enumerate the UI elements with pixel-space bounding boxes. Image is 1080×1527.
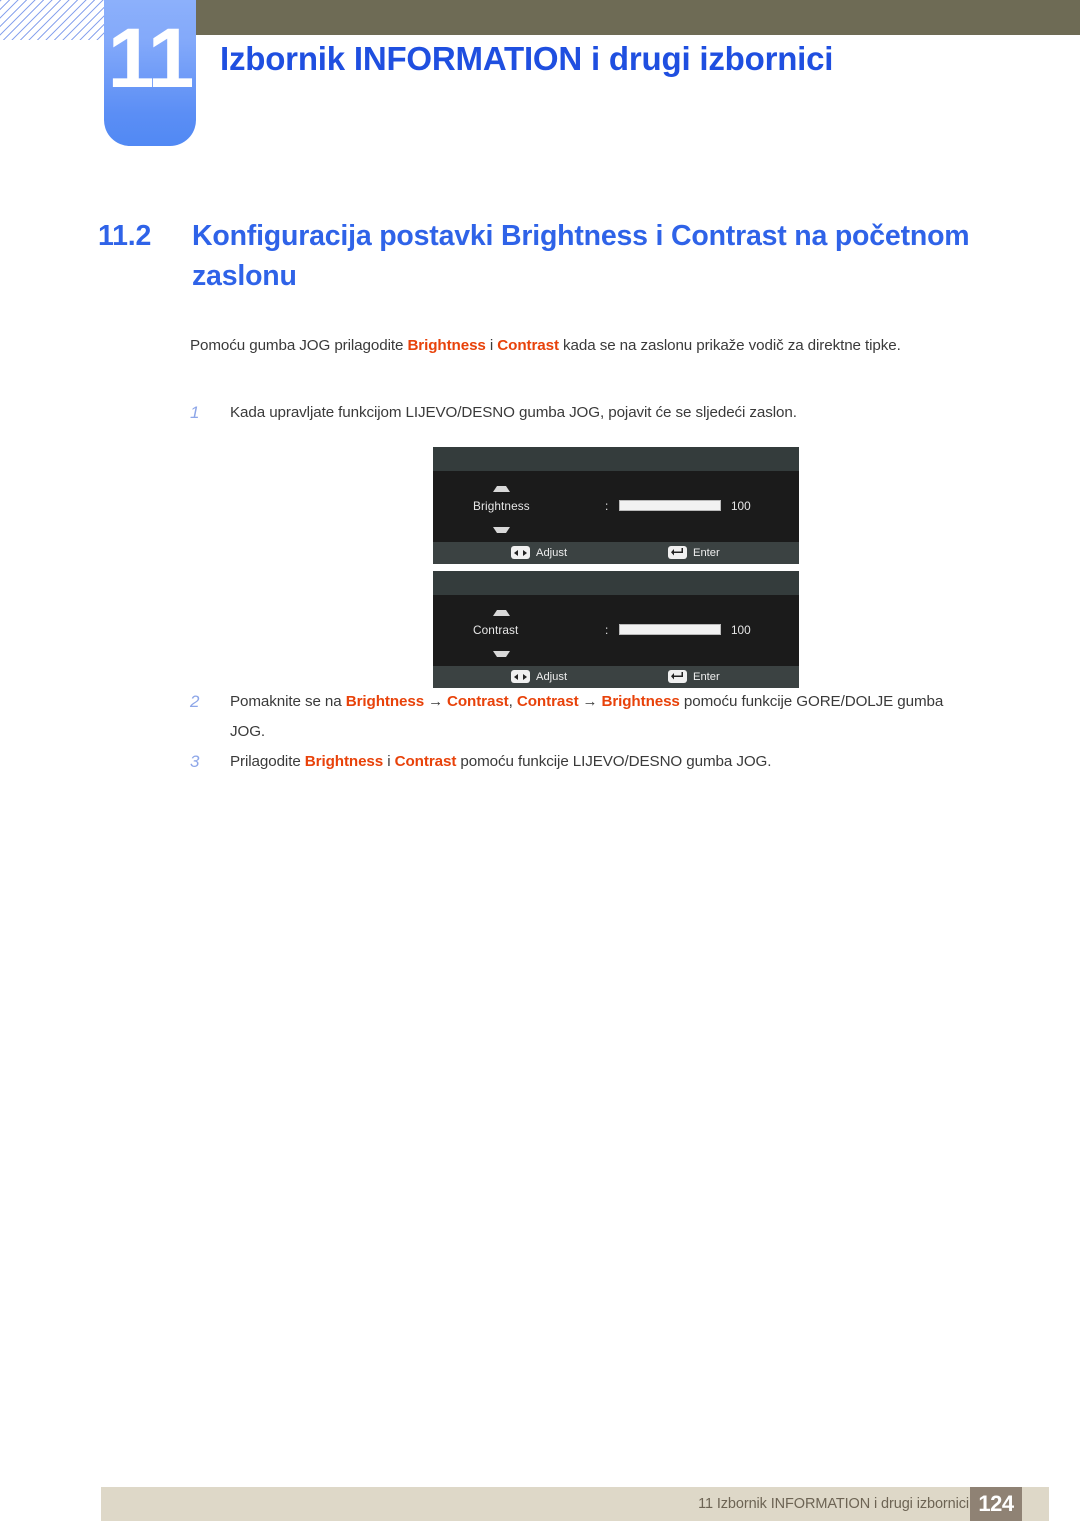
step-2-number: 2 <box>190 692 200 711</box>
step-3-mid: i <box>383 753 395 770</box>
osd-hint-enter-label: Enter <box>693 546 720 559</box>
arrow-right-icon: → <box>428 693 443 710</box>
osd-top-band <box>433 571 799 595</box>
intro-keyword-contrast: Contrast <box>497 337 559 354</box>
step-1-text: Kada upravljate funkcijom LIJEVO/DESNO g… <box>230 404 797 421</box>
left-right-key-icon <box>511 670 530 683</box>
intro-paragraph: Pomoću gumba JOG prilagodite Brightness … <box>190 331 980 361</box>
arrow-right-icon: → <box>582 693 598 710</box>
step-2-keyword-3: Contrast <box>516 693 579 710</box>
header-olive-bar <box>196 0 1080 35</box>
step-3-lead: Prilagodite <box>230 753 305 770</box>
intro-part1: Pomoću gumba JOG prilagodite <box>190 337 408 354</box>
page-header: 11 Izbornik INFORMATION i drugi izbornic… <box>0 0 1080 160</box>
step-2-lead: Pomaknite se na <box>230 693 346 710</box>
osd-label-contrast: Contrast <box>473 623 519 637</box>
step-1-number: 1 <box>190 403 200 422</box>
osd-label-brightness: Brightness <box>473 499 530 513</box>
step-3-keyword-1: Brightness <box>304 753 384 770</box>
osd-hint-adjust: Adjust <box>511 546 567 559</box>
osd-colon: : <box>605 499 609 513</box>
triangle-up-icon[interactable] <box>493 480 510 492</box>
section-title: Konfiguracija postavki Brightness i Cont… <box>192 220 970 292</box>
osd-hint-bar: Adjust Enter <box>433 666 799 688</box>
page-number: 124 <box>978 1491 1014 1516</box>
left-right-key-icon <box>511 546 530 559</box>
step-2-keyword-2: Contrast <box>446 693 509 710</box>
step-2: 2 Pomaknite se na Brightness → Contrast, C… <box>190 687 980 747</box>
page-title: Izbornik INFORMATION i drugi izbornici <box>220 40 834 77</box>
osd-hint-adjust-label: Adjust <box>536 546 568 559</box>
intro-part3: kada se na zaslonu prikaže vodič za dire… <box>558 337 901 354</box>
triangle-up-icon[interactable] <box>493 604 510 616</box>
osd-hint-adjust-label: Adjust <box>536 670 568 683</box>
osd-hint-enter-label: Enter <box>693 670 720 683</box>
chapter-number: 11 <box>107 11 195 105</box>
step-3-text: Prilagodite Brightness i Contrast pomoću… <box>230 747 980 777</box>
osd-top-band <box>433 447 799 471</box>
triangle-down-icon[interactable] <box>493 527 510 539</box>
step-3: 3 Prilagodite Brightness i Contrast pomo… <box>190 747 980 777</box>
osd-slider-contrast[interactable] <box>619 624 721 635</box>
osd-slider-fill <box>620 625 720 634</box>
chapter-tab: 11 <box>104 0 196 146</box>
osd-body: Brightness : 100 <box>433 471 799 542</box>
step-2-text: Pomaknite se na Brightness → Contrast, Con… <box>230 687 980 747</box>
section-heading: 11.2 Konfiguracija postavki Brightness i… <box>98 216 978 296</box>
triangle-down-icon[interactable] <box>493 651 510 663</box>
osd-hint-adjust: Adjust <box>511 670 567 683</box>
osd-value-contrast: 100 <box>731 623 751 637</box>
step-2-keyword-4: Brightness <box>601 693 680 710</box>
step-2-separator: , <box>508 693 517 710</box>
section-number: 11.2 <box>98 220 152 252</box>
step-3-keyword-2: Contrast <box>394 753 457 770</box>
step-3-number: 3 <box>190 752 200 771</box>
enter-key-icon <box>668 670 687 683</box>
step-3-tail: pomoću funkcije LIJEVO/DESNO gumba JOG. <box>456 753 772 770</box>
osd-slider-brightness[interactable] <box>619 500 721 511</box>
page-number-box: 124 <box>970 1487 1022 1521</box>
enter-key-icon <box>668 546 687 559</box>
osd-panel-brightness: Brightness : 100 Adjust Enter <box>433 447 799 564</box>
osd-hint-enter: Enter <box>668 546 720 559</box>
intro-part2: i <box>485 337 498 354</box>
osd-body: Contrast : 100 <box>433 595 799 666</box>
osd-hint-bar: Adjust Enter <box>433 542 799 564</box>
osd-slider-fill <box>620 501 720 510</box>
osd-hint-enter: Enter <box>668 670 720 683</box>
osd-colon: : <box>605 623 609 637</box>
step-1: 1 Kada upravljate funkcijom LIJEVO/DESNO… <box>190 398 980 428</box>
osd-value-brightness: 100 <box>731 499 751 513</box>
osd-panel-contrast: Contrast : 100 Adjust Enter <box>433 571 799 688</box>
footer-chapter-label: 11 Izbornik INFORMATION i drugi izbornic… <box>698 1496 969 1512</box>
hatch-decoration <box>0 0 106 40</box>
page-footer: 11 Izbornik INFORMATION i drugi izbornic… <box>101 1487 1049 1521</box>
step-2-keyword-1: Brightness <box>345 693 425 710</box>
intro-keyword-brightness: Brightness <box>407 337 486 354</box>
